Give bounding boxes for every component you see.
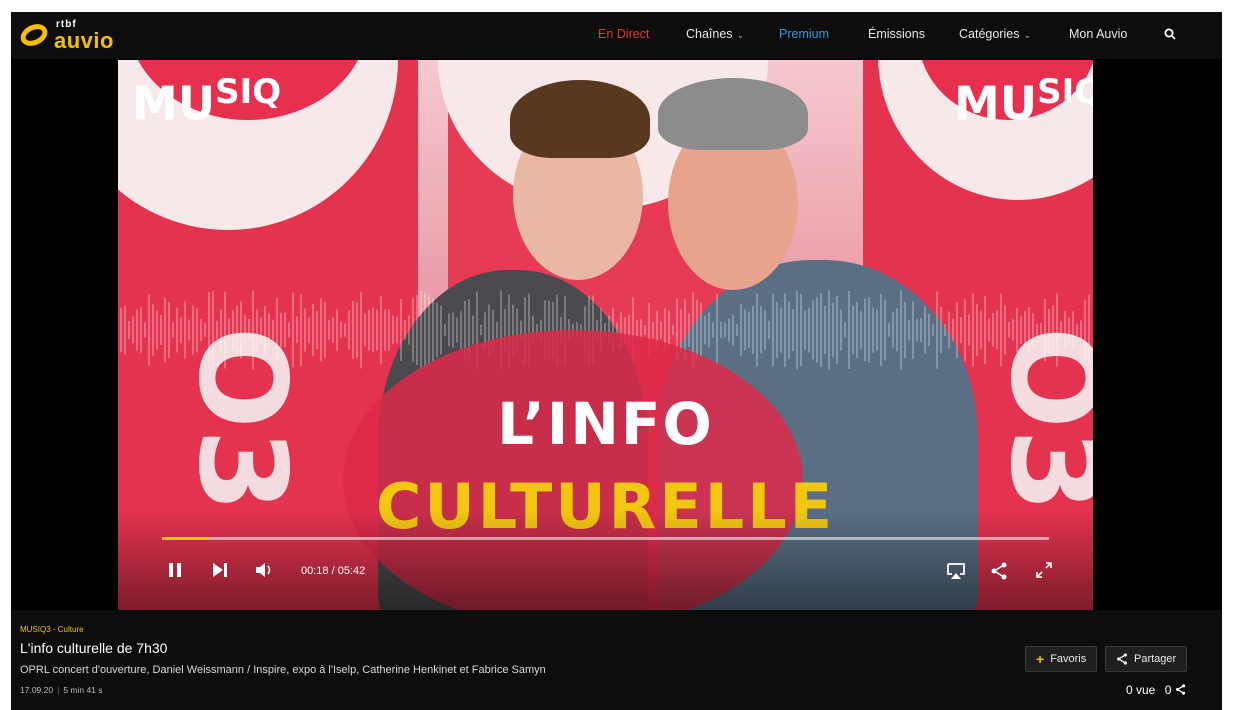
person-left-hair	[510, 80, 650, 158]
share-icon	[1175, 684, 1185, 695]
top-nav: rtbf auvio En Direct Chaînes ⌄ Premium Ém…	[11, 12, 1222, 59]
chevron-down-icon: ⌄	[736, 30, 745, 40]
overlay-title-line1: L’INFO	[497, 390, 714, 458]
share-icon[interactable]	[990, 562, 1008, 580]
backdrop-logo-text: MUSIQ	[954, 72, 1093, 131]
nav-item-emissions[interactable]: Émissions	[868, 27, 925, 41]
controls-overlay	[118, 510, 1093, 610]
seek-bar-progress	[162, 537, 209, 540]
auvio-logo[interactable]: rtbf auvio	[17, 18, 130, 54]
playback-time: 00:18 / 05:42	[301, 565, 366, 577]
search-icon[interactable]	[1164, 28, 1176, 40]
view-count: 0 vue	[1126, 683, 1156, 697]
person-right-hair	[658, 78, 808, 150]
favorites-label: Favoris	[1050, 653, 1087, 665]
airplay-icon[interactable]	[946, 562, 966, 580]
episode-date: 17.09.20	[20, 685, 54, 695]
episode-meta: 17.09.20 | 5 min 41 s	[20, 685, 103, 695]
video-player[interactable]: MUSIQ MUSIQ O3 O3 L’INFO CULTURELLE 00:1…	[118, 60, 1093, 610]
nav-item-mon-auvio[interactable]: Mon Auvio	[1069, 27, 1127, 41]
nav-item-label: Catégories	[959, 27, 1020, 41]
backdrop-logo-text: MUSIQ	[132, 72, 282, 131]
episode-info: MUSIQ3 - Culture L'info culturelle de 7h…	[11, 610, 1222, 710]
favorites-button[interactable]: + Favoris	[1025, 646, 1098, 672]
episode-kicker[interactable]: MUSIQ3 - Culture	[20, 625, 84, 634]
logo-big-text: auvio	[54, 28, 114, 53]
nav-item-premium[interactable]: Premium	[779, 27, 829, 41]
episode-stats: 0 vue 0	[1126, 683, 1186, 697]
share-icon	[1117, 653, 1127, 665]
episode-title: L'info culturelle de 7h30	[20, 640, 168, 656]
seek-bar[interactable]	[162, 537, 1049, 540]
plus-icon: +	[1036, 651, 1045, 667]
episode-duration: 5 min 41 s	[63, 685, 103, 695]
nav-item-en-direct[interactable]: En Direct	[598, 27, 649, 41]
share-label: Partager	[1134, 653, 1177, 665]
chevron-down-icon: ⌄	[1023, 30, 1031, 40]
logo-mark-icon	[17, 20, 51, 50]
nav-item-chaines[interactable]: Chaînes ⌄	[686, 27, 744, 41]
next-icon[interactable]	[212, 562, 228, 578]
fullscreen-icon[interactable]	[1036, 562, 1052, 578]
nav-item-categories[interactable]: Catégories ⌄	[959, 27, 1031, 41]
share-button[interactable]: Partager	[1105, 646, 1188, 672]
pause-icon[interactable]	[168, 562, 182, 578]
episode-description: OPRL concert d'ouverture, Daniel Weissma…	[20, 664, 546, 676]
volume-icon[interactable]	[255, 562, 275, 578]
app-frame: rtbf auvio En Direct Chaînes ⌄ Premium Ém…	[11, 12, 1222, 710]
nav-item-label: Chaînes	[686, 27, 733, 41]
share-count: 0	[1164, 683, 1172, 697]
